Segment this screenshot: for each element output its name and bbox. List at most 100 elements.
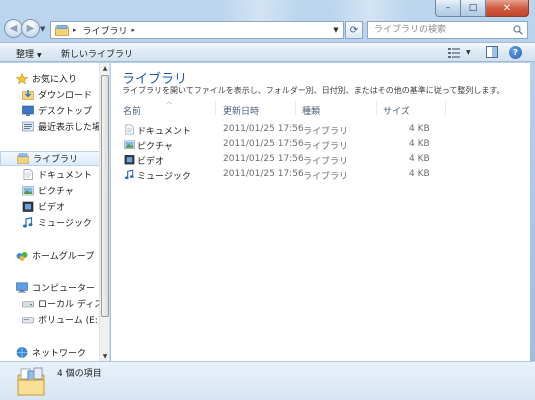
- file-modified: 2011/01/25 17:56: [223, 169, 304, 179]
- sidebar-item-label: ビデオ: [38, 203, 66, 213]
- sidebar-item-label: ホームグループ: [32, 252, 95, 262]
- pictures-icon: [22, 185, 34, 196]
- breadcrumb-separator[interactable]: ▸: [73, 26, 77, 34]
- file-type: ライブラリ: [303, 142, 349, 152]
- desktop-icon: [22, 105, 34, 116]
- address-bar[interactable]: ▸ ライブラリ ▸ ▼: [50, 21, 344, 39]
- refresh-icon: ⟳: [349, 24, 359, 36]
- column-header-modified[interactable]: 更新日時: [223, 104, 259, 117]
- computer-icon: [16, 282, 28, 293]
- library-icon: [17, 153, 29, 164]
- preview-pane-icon[interactable]: [486, 46, 498, 58]
- sidebar-item[interactable]: ドキュメント: [0, 167, 100, 182]
- column-header-name[interactable]: 名前: [123, 104, 141, 117]
- sidebar-item[interactable]: お気に入り: [0, 71, 100, 86]
- breadcrumb-separator[interactable]: ▸: [132, 26, 136, 34]
- videos-icon: [22, 201, 34, 212]
- column-divider[interactable]: [295, 101, 296, 116]
- recent-pages-dropdown[interactable]: ▼: [40, 25, 45, 33]
- file-type: ライブラリ: [303, 157, 349, 167]
- file-size: 4 KB: [409, 154, 430, 164]
- change-view-button[interactable]: ▼: [448, 46, 474, 59]
- videos-icon: [124, 154, 135, 165]
- organize-button[interactable]: 整理 ▼: [16, 47, 42, 60]
- help-icon: ?: [513, 48, 518, 57]
- item-count: 4 個の項目: [57, 369, 102, 379]
- sidebar-item-label: ライブラリ: [33, 155, 79, 165]
- documents-icon: [124, 124, 135, 135]
- new-library-button[interactable]: 新しいライブラリ: [61, 47, 133, 60]
- file-name: ミュージック: [137, 172, 191, 182]
- local-disk-icon: [22, 298, 34, 309]
- sidebar-item-label: ボリューム (E:): [38, 316, 102, 326]
- music-icon: [22, 217, 34, 228]
- scroll-up-icon[interactable]: ▲: [100, 63, 109, 73]
- sidebar-item-label: ドキュメント: [38, 171, 93, 181]
- sidebar-item-label: ネットワーク: [32, 349, 87, 359]
- address-dropdown-icon[interactable]: ▼: [329, 22, 343, 38]
- scroll-thumb[interactable]: [101, 75, 109, 317]
- sidebar-item[interactable]: ボリューム (E:): [0, 312, 102, 327]
- sidebar-item[interactable]: ライブラリ: [0, 151, 100, 166]
- page-description: ライブラリを開いてファイルを表示し、フォルダー別、日付別、またはその他の基準に従…: [122, 86, 505, 95]
- back-arrow-icon: ◀: [9, 23, 18, 34]
- close-button[interactable]: ✕: [486, 0, 529, 17]
- maximize-button[interactable]: □: [461, 0, 486, 17]
- sidebar-item-label: お気に入り: [32, 75, 78, 85]
- search-icon[interactable]: [513, 25, 523, 35]
- file-name: ピクチャ: [137, 142, 173, 152]
- sidebar-item[interactable]: ピクチャ: [0, 183, 100, 198]
- forward-arrow-icon: ▶: [26, 23, 35, 34]
- chevron-down-icon: ▼: [466, 49, 471, 56]
- file-row[interactable]: ミュージック 2011/01/25 17:56 ライブラリ 4 KB: [122, 167, 522, 182]
- column-divider[interactable]: [445, 101, 446, 116]
- sidebar-item[interactable]: デスクトップ: [0, 103, 100, 118]
- column-divider[interactable]: [376, 101, 377, 116]
- file-name: ビデオ: [137, 157, 165, 167]
- drive-icon: [22, 314, 34, 325]
- column-header-type[interactable]: 種類: [302, 104, 320, 117]
- sidebar-item-label: コンピューター: [32, 284, 96, 294]
- file-row[interactable]: ピクチャ 2011/01/25 17:56 ライブラリ 4 KB: [122, 137, 522, 152]
- sidebar-item[interactable]: ホームグループ: [0, 248, 100, 263]
- library-icon: [55, 24, 69, 36]
- scroll-down-icon[interactable]: ▼: [100, 351, 109, 361]
- maximize-icon: □: [468, 2, 478, 13]
- sidebar-item[interactable]: ダウンロード: [0, 87, 100, 102]
- close-icon: ✕: [502, 2, 512, 14]
- search-box[interactable]: [367, 21, 528, 39]
- sidebar-item-label: ミュージック: [38, 219, 92, 229]
- sidebar-item[interactable]: ミュージック: [0, 215, 100, 230]
- navigation-bar: ◀ ▶ ▼ ▸ ライブラリ ▸ ▼ ⟳: [0, 18, 535, 40]
- sidebar-item-label: ダウンロード: [38, 91, 93, 101]
- explorer-window: – □ ✕ ◀ ▶ ▼ ▸ ライブラリ ▸ ▼ ⟳ 整理▼: [0, 0, 535, 400]
- forward-button[interactable]: ▶: [21, 19, 40, 38]
- file-modified: 2011/01/25 17:56: [223, 139, 304, 149]
- network-icon: [16, 347, 28, 358]
- file-row[interactable]: ビデオ 2011/01/25 17:56 ライブラリ 4 KB: [122, 152, 522, 167]
- refresh-button[interactable]: ⟳: [345, 21, 363, 39]
- caption-buttons: – □ ✕: [435, 0, 529, 17]
- file-row[interactable]: ドキュメント 2011/01/25 17:56 ライブラリ 4 KB: [122, 122, 522, 137]
- minimize-button[interactable]: –: [435, 0, 461, 17]
- file-size: 4 KB: [409, 169, 430, 179]
- documents-icon: [22, 169, 34, 180]
- sidebar-item[interactable]: ビデオ: [0, 199, 100, 214]
- sidebar-item-label: ピクチャ: [38, 187, 74, 197]
- search-input[interactable]: [368, 22, 508, 38]
- sidebar-item[interactable]: コンピューター: [0, 280, 100, 295]
- sort-indicator-icon: ︿: [166, 99, 173, 106]
- sidebar-item[interactable]: 最近表示した場所: [0, 119, 109, 134]
- breadcrumb-library[interactable]: ライブラリ: [83, 24, 128, 37]
- column-header-size[interactable]: サイズ: [383, 104, 410, 117]
- sidebar-item[interactable]: ネットワーク: [0, 345, 100, 360]
- recent-places-icon: [22, 121, 34, 132]
- help-button[interactable]: ?: [509, 46, 522, 59]
- minimize-icon: –: [445, 2, 451, 13]
- sidebar-item[interactable]: ローカル ディスク: [0, 296, 109, 311]
- column-divider[interactable]: [215, 101, 216, 116]
- view-options-icon: [448, 47, 460, 58]
- nav-scrollbar[interactable]: ▲ ▼: [99, 63, 109, 361]
- chevron-down-icon: ▼: [37, 52, 42, 59]
- file-modified: 2011/01/25 17:56: [223, 124, 304, 134]
